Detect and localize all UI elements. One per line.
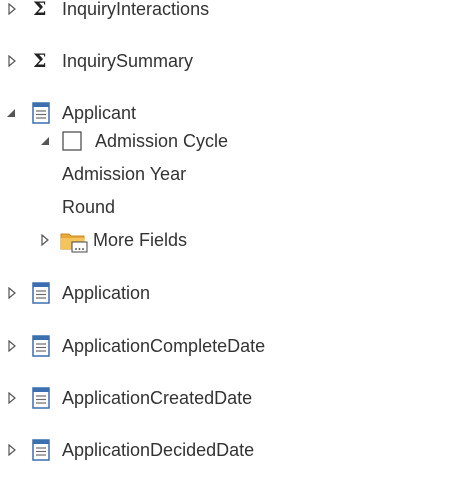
tree-item-applicationcreateddate[interactable]: ApplicationCreatedDate <box>0 383 459 413</box>
sigma-icon: Σ <box>33 0 47 20</box>
tree-item-label: InquirySummary <box>62 51 194 71</box>
table-icon <box>32 102 50 124</box>
checkbox-icon[interactable] <box>62 131 82 151</box>
expand-arrow-icon[interactable] <box>6 3 18 15</box>
tree-item-label: ApplicationDecidedDate <box>62 440 255 460</box>
table-icon <box>32 439 50 461</box>
tree-item-label: Application <box>62 283 151 303</box>
tree-item-application[interactable]: Application <box>0 278 459 308</box>
table-icon <box>32 335 50 357</box>
tree-item-label: InquiryInteractions <box>62 0 210 19</box>
tree-item-label: ApplicationCompleteDate <box>62 336 266 356</box>
tree-item-applicant[interactable]: Applicant <box>0 98 459 128</box>
tree-item-label: ApplicationCreatedDate <box>62 388 253 408</box>
tree-item-applicationcompletedate[interactable]: ApplicationCompleteDate <box>0 331 459 361</box>
expand-arrow-icon[interactable] <box>39 234 51 246</box>
tree-item-label: Admission Cycle <box>95 131 229 151</box>
tree-item-round[interactable]: Round <box>0 192 459 222</box>
tree-item-label: More Fields <box>93 230 188 250</box>
folder-icon <box>60 229 88 253</box>
table-icon <box>32 282 50 304</box>
expand-arrow-icon[interactable] <box>6 392 18 404</box>
tree-item-applicationdecideddate[interactable]: ApplicationDecidedDate <box>0 435 459 465</box>
tree-item-inquirysummary[interactable]: Σ InquirySummary <box>0 46 459 76</box>
table-icon <box>32 387 50 409</box>
tree-item-admission-cycle[interactable]: Admission Cycle <box>0 126 459 156</box>
tree-item-label: Admission Year <box>62 164 187 184</box>
expand-arrow-icon[interactable] <box>6 340 18 352</box>
tree-item-label: Applicant <box>62 103 137 123</box>
expand-arrow-icon[interactable] <box>6 287 18 299</box>
collapse-arrow-icon[interactable] <box>5 107 17 119</box>
collapse-arrow-icon[interactable] <box>39 135 51 147</box>
tree-item-more-fields[interactable]: More Fields <box>0 225 459 255</box>
tree-item-inquiryinteractions[interactable]: Σ InquiryInteractions <box>0 0 459 24</box>
expand-arrow-icon[interactable] <box>6 444 18 456</box>
tree-item-admission-year[interactable]: Admission Year <box>0 159 459 189</box>
expand-arrow-icon[interactable] <box>6 55 18 67</box>
sigma-icon: Σ <box>33 49 47 72</box>
tree-item-label: Round <box>62 197 116 217</box>
